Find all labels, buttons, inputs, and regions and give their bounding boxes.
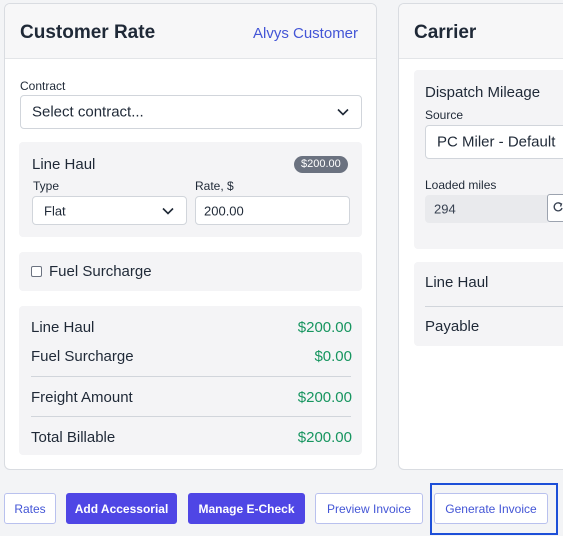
fuel-surcharge-checkbox[interactable] [31,266,42,277]
summary-label-line-haul: Line Haul [31,319,95,336]
summary-divider [31,376,351,377]
add-accessorial-button[interactable]: Add Accessorial [66,493,177,524]
manage-echeck-button[interactable]: Manage E-Check [188,493,305,524]
carrier-header: Carrier [399,4,563,59]
line-haul-title: Line Haul [32,156,96,173]
carrier-title: Carrier [414,22,477,43]
carrier-card: Carrier Dispatch Mileage Source PC Miler… [398,3,563,470]
preview-invoice-button[interactable]: Preview Invoice [315,493,423,524]
customer-rate-title: Customer Rate [20,22,156,43]
dispatch-mileage-panel: Dispatch Mileage Source PC Miler - Defau… [414,70,563,249]
loaded-miles-value: 294 [434,201,456,217]
summary-label-freight-amount: Freight Amount [31,389,133,406]
contract-select-value: Select contract... [32,103,144,121]
summary-panel: Line Haul $200.00 Fuel Surcharge $0.00 F… [19,306,362,455]
dispatch-mileage-title: Dispatch Mileage [425,84,541,101]
line-haul-badge: $200.00 [294,156,348,173]
rate-input-value: 200.00 [204,203,244,218]
carrier-summary-divider [425,306,563,307]
type-label: Type [33,179,60,193]
recalculate-icon[interactable] [547,194,563,222]
summary-value-fuel-surcharge: $0.00 [314,348,352,365]
rate-label: Rate, $ [195,179,234,193]
chevron-down-icon [337,108,349,116]
carrier-summary-panel: Line Haul Payable [414,262,563,346]
loaded-miles-input[interactable]: 294 [425,195,550,223]
carrier-payable-label: Payable [425,318,480,335]
summary-value-total-billable: $200.00 [297,429,352,446]
generate-invoice-button[interactable]: Generate Invoice [434,493,548,524]
fuel-surcharge-label[interactable]: Fuel Surcharge [49,263,152,280]
source-select[interactable]: PC Miler - Default [425,125,563,159]
summary-value-line-haul: $200.00 [297,319,352,336]
rate-input[interactable]: 200.00 [195,196,350,225]
summary-divider [31,416,351,417]
type-select-value: Flat [44,203,66,218]
customer-rate-card: Customer Rate Alvys Customer Contract Se… [4,3,377,470]
contract-label: Contract [20,79,66,93]
customer-link[interactable]: Alvys Customer [253,25,358,42]
customer-rate-header: Customer Rate Alvys Customer [5,4,376,59]
summary-label-fuel-surcharge: Fuel Surcharge [31,348,134,365]
chevron-down-icon [162,207,174,215]
summary-label-total-billable: Total Billable [31,429,116,446]
contract-select[interactable]: Select contract... [20,95,362,129]
line-haul-panel: Line Haul $200.00 Type Rate, $ Flat 200.… [19,142,362,237]
fuel-surcharge-panel: Fuel Surcharge [19,252,362,291]
summary-value-freight-amount: $200.00 [297,389,352,406]
source-select-value: PC Miler - Default [437,133,556,151]
carrier-line-haul-label: Line Haul [425,274,489,291]
action-bar: Rates Add Accessorial Manage E-Check Pre… [0,478,563,536]
rates-button[interactable]: Rates [4,493,56,524]
source-label: Source [425,108,464,122]
loaded-miles-label: Loaded miles [425,178,497,192]
type-select[interactable]: Flat [32,196,187,225]
